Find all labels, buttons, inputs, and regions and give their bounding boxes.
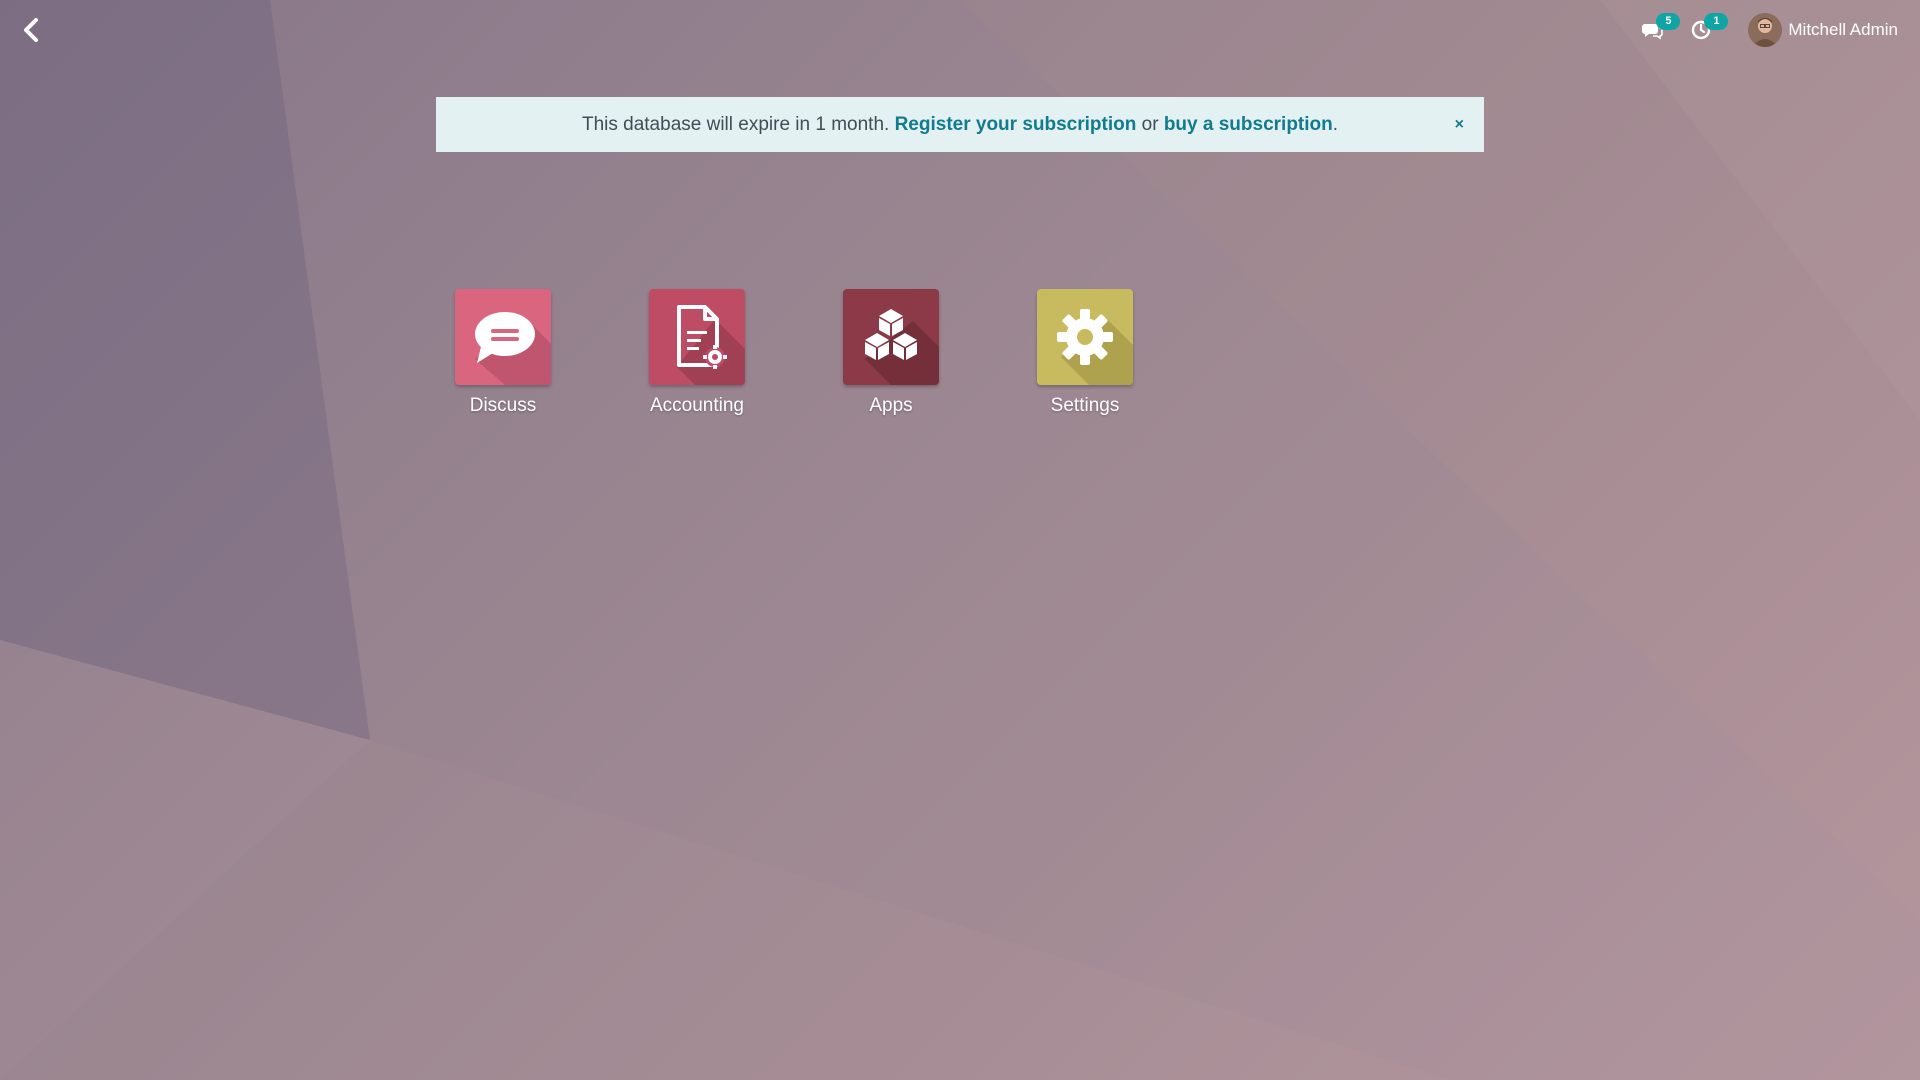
app-tile-accounting — [649, 289, 745, 385]
activities-count-badge: 1 — [1704, 13, 1729, 30]
background-facets — [0, 0, 1920, 1080]
chevron-left-icon — [24, 18, 38, 42]
app-grid: Discuss Accounting Apps Settings — [406, 289, 1182, 417]
activities-menu[interactable]: 1 — [1690, 13, 1729, 41]
app-label-discuss: Discuss — [469, 395, 537, 416]
app-settings[interactable]: Settings — [988, 289, 1182, 417]
app-label-accounting: Accounting — [649, 395, 744, 416]
close-icon[interactable]: × — [1455, 116, 1464, 134]
app-tile-apps — [843, 289, 939, 385]
buy-subscription-link[interactable]: buy a subscription — [1164, 114, 1333, 135]
app-label-settings: Settings — [1050, 395, 1120, 416]
app-apps[interactable]: Apps — [794, 289, 988, 417]
user-name: Mitchell Admin — [1788, 20, 1898, 39]
app-label-apps: Apps — [869, 395, 913, 416]
user-menu[interactable]: Mitchell Admin — [1748, 13, 1898, 47]
banner-connector: or — [1141, 113, 1159, 135]
back-button[interactable] — [18, 14, 46, 46]
app-discuss[interactable]: Discuss — [406, 289, 600, 417]
chat-bubble-icon — [455, 289, 551, 385]
messages-menu[interactable]: 5 — [1642, 13, 1681, 41]
banner-period: . — [1332, 113, 1339, 135]
app-accounting[interactable]: Accounting — [600, 289, 794, 417]
document-gear-icon — [649, 289, 745, 385]
banner-text: This database will expire in 1 month. — [581, 113, 890, 135]
banner-message: This database will expire in 1 month. Re… — [582, 114, 1338, 136]
top-bar: 5 1 Mitchell Admin — [0, 0, 1920, 60]
messages-count-badge: 5 — [1656, 13, 1681, 30]
gear-icon — [1037, 289, 1133, 385]
app-tile-settings — [1037, 289, 1133, 385]
subscription-banner: This database will expire in 1 month. Re… — [436, 97, 1484, 152]
app-tile-discuss — [455, 289, 551, 385]
systray: 5 1 Mitchell Admin — [1642, 12, 1898, 48]
register-subscription-link[interactable]: Register your subscription — [895, 114, 1137, 135]
user-avatar — [1748, 13, 1783, 47]
cubes-icon — [843, 289, 939, 385]
